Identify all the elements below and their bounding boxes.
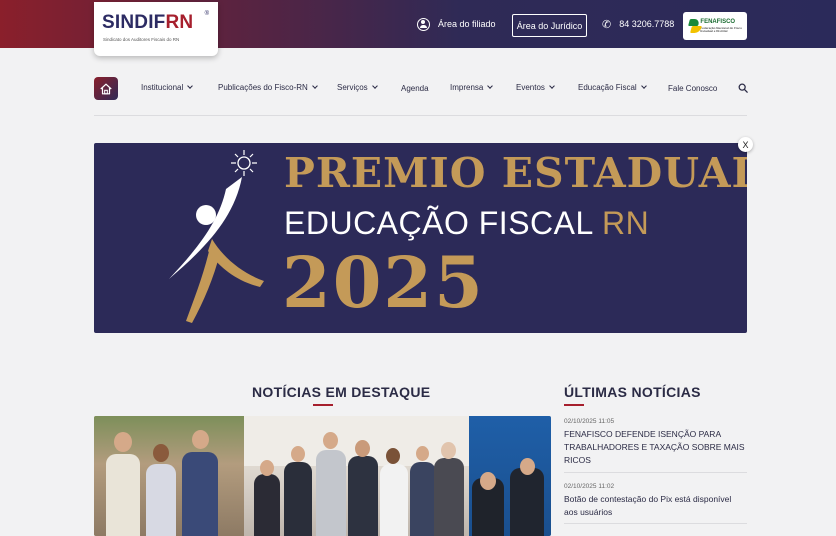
chevron-down-icon (549, 83, 555, 89)
fenafisco-mark-icon (688, 18, 697, 34)
area-filiado-label: Área do filiado (438, 19, 496, 29)
photo-person-head (441, 442, 456, 459)
user-icon (417, 17, 430, 31)
photo-person-head (291, 446, 305, 462)
nav-item-agenda[interactable]: Agenda (401, 84, 429, 93)
photo-person (410, 462, 436, 536)
photo-person-head (260, 460, 274, 476)
photo-person-head (114, 432, 132, 452)
latest-news-date: 02/10/2025 11:05 (564, 418, 615, 425)
nav-item-fale-conosco[interactable]: Fale Conosco (668, 84, 717, 93)
nav-item-institucional[interactable]: Institucional (141, 83, 194, 92)
photo-person-head (153, 444, 169, 462)
photo-person (510, 468, 544, 536)
premio-banner[interactable]: PREMIO ESTADUAL EDUCAÇÃO FISCAL RN 2025 (94, 143, 747, 333)
sindifern-logo[interactable]: SINDIFRN ® Sindicato dos Auditores Fisca… (94, 2, 218, 56)
nav-item-servicos[interactable]: Serviços (337, 83, 378, 92)
latest-news-separator (564, 472, 747, 473)
latest-heading-underline (564, 404, 584, 406)
featured-heading-underline (313, 404, 333, 406)
latest-news-date: 02/10/2025 11:02 (564, 483, 615, 490)
photo-person-head (520, 458, 535, 475)
photo-person (106, 454, 140, 536)
photo-person (316, 450, 346, 536)
photo-person-head (416, 446, 429, 461)
area-juridico-button[interactable]: Área do Jurídico (512, 14, 587, 37)
latest-news-heading: ÚLTIMAS NOTÍCIAS (564, 384, 701, 400)
latest-news-title[interactable]: Botão de contestação do Pix está disponí… (564, 493, 747, 519)
chevron-down-icon (371, 83, 378, 89)
nav-divider (94, 115, 747, 116)
logo-subtitle: Sindicato dos Auditores Fiscais do RN (103, 37, 180, 42)
photo-person (146, 464, 176, 536)
chevron-down-icon (640, 83, 647, 89)
nav-item-imprensa[interactable]: Imprensa (450, 83, 494, 92)
phone-icon: ✆ (602, 18, 612, 31)
photo-person-head (192, 430, 209, 449)
photo-person (380, 464, 408, 536)
search-icon[interactable] (738, 83, 748, 93)
latest-news-title[interactable]: FENAFISCO DEFENDE ISENÇÃO PARA TRABALHAD… (564, 428, 747, 467)
photo-person-head (323, 432, 338, 449)
photo-person-head (386, 448, 400, 464)
banner-title-line2: EDUCAÇÃO FISCAL RN (284, 205, 650, 241)
photo-person (182, 452, 218, 536)
banner-year: 2025 (282, 241, 485, 324)
featured-news-heading: NOTÍCIAS EM DESTAQUE (252, 384, 431, 400)
photo-person (348, 456, 378, 536)
phone-contact[interactable]: ✆ 84 3206.7788 (602, 0, 674, 48)
nav-item-publicacoes[interactable]: Publicações do Fisco-RN (218, 83, 318, 92)
chevron-down-icon (487, 83, 494, 89)
latest-news-separator (564, 523, 747, 524)
nav-item-educacao-fiscal[interactable]: Educação Fiscal (578, 83, 647, 92)
logo-registered-mark: ® (204, 11, 209, 17)
phone-number: 84 3206.7788 (619, 19, 675, 29)
latest-news-item[interactable]: 02/10/2025 11:02 Botão de contestação do… (564, 483, 747, 519)
fenafisco-logo[interactable]: FENAFISCO Federação Nacional do Fisco Est… (683, 12, 747, 40)
home-button[interactable] (94, 77, 118, 100)
chevron-down-icon (311, 83, 318, 89)
photo-person-head (355, 440, 370, 457)
featured-news-photo[interactable] (94, 416, 551, 536)
athlete-figure-icon (169, 150, 264, 323)
latest-news-item[interactable]: 02/10/2025 11:05 FENAFISCO DEFENDE ISENÇ… (564, 418, 747, 467)
nav-item-eventos[interactable]: Eventos (516, 83, 555, 92)
banner-title-line1: PREMIO ESTADUAL (284, 149, 747, 197)
chevron-down-icon (187, 83, 194, 89)
photo-person (284, 462, 312, 536)
banner-close-button[interactable]: X (738, 137, 753, 152)
logo-wordmark: SINDIFRN (102, 12, 194, 33)
photo-person (254, 474, 280, 536)
photo-person-head (480, 472, 496, 490)
photo-person (434, 458, 464, 536)
fenafisco-wordmark: FENAFISCO Federação Nacional do Fisco Est… (700, 19, 742, 33)
home-icon (100, 83, 112, 94)
area-filiado-link[interactable]: Área do filiado (417, 0, 496, 48)
